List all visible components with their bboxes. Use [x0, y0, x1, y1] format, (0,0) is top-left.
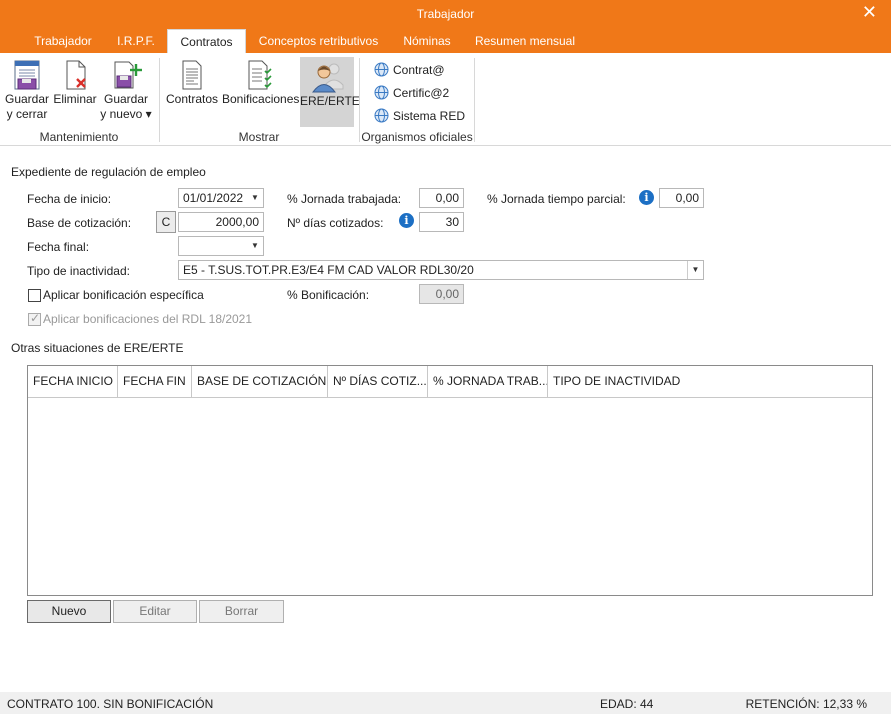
info-icon[interactable]: i [639, 190, 654, 205]
column-header-dias-cotizados[interactable]: Nº DÍAS COTIZ... [328, 366, 428, 397]
save-close-label-2: y cerrar [6, 107, 48, 121]
window-title: Trabajador [416, 7, 475, 21]
delete-label: Eliminar [53, 92, 97, 106]
table-header: FECHA INICIO FECHA FIN BASE DE COTIZACIÓ… [28, 366, 872, 398]
jornada-trabajada-field[interactable]: 0,00 [419, 188, 464, 208]
delete-button[interactable]: Eliminar [52, 58, 98, 107]
dias-cotizados-field[interactable]: 30 [419, 212, 464, 232]
borrar-button[interactable]: Borrar [199, 600, 284, 623]
fecha-final-field[interactable]: ▼ [178, 236, 264, 256]
dropdown-arrow-icon[interactable]: ▼ [247, 237, 263, 255]
column-header-tipo-inactividad[interactable]: TIPO DE INACTIVIDAD [548, 366, 872, 397]
document-icon [182, 60, 202, 90]
calculate-button[interactable]: C [156, 211, 176, 233]
tab-strip: Trabajador I.R.P.F. Contratos Conceptos … [0, 28, 891, 53]
person-icon [312, 63, 344, 93]
tipo-inactividad-value: E5 - T.SUS.TOT.PR.E3/E4 FM CAD VALOR RDL… [183, 263, 474, 277]
status-retencion: RETENCIÓN: 12,33 % [745, 697, 867, 711]
certifica2-link[interactable]: Certific@2 [374, 85, 449, 100]
column-header-fecha-inicio[interactable]: FECHA INICIO [28, 366, 118, 397]
aplicar-bonificacion-label: Aplicar bonificación específica [43, 288, 204, 302]
delete-document-icon [66, 60, 86, 90]
checklist-icon [248, 60, 272, 90]
jornada-trabajada-label: % Jornada trabajada: [287, 192, 402, 206]
aplicar-rdl-label: Aplicar bonificaciones del RDL 18/2021 [43, 312, 253, 326]
sistema-red-label: Sistema RED [393, 108, 466, 123]
column-header-fecha-fin[interactable]: FECHA FIN [118, 366, 192, 397]
globe-icon [374, 62, 389, 77]
save-new-label-1: Guardar [103, 92, 149, 106]
bonificacion-label: % Bonificación: [287, 288, 370, 302]
column-header-jornada[interactable]: % JORNADA TRAB... [428, 366, 548, 397]
dropdown-arrow-icon[interactable]: ▼ [687, 261, 703, 279]
status-contrato: CONTRATO 100. SIN BONIFICACIÓN [7, 697, 214, 711]
base-cotizacion-field[interactable]: 2000,00 [178, 212, 264, 232]
info-icon[interactable]: i [399, 213, 414, 228]
section-title-otras: Otras situaciones de ERE/ERTE [11, 341, 184, 355]
sistema-red-link[interactable]: Sistema RED [374, 108, 465, 123]
certifica2-label: Certific@2 [393, 85, 450, 100]
save-new-button[interactable]: Guardar y nuevo ▾ [100, 58, 152, 122]
tab-contratos[interactable]: Contratos [167, 29, 246, 53]
base-cotizacion-label: Base de cotización: [27, 216, 132, 230]
tab-nominas[interactable]: Nóminas [394, 34, 460, 53]
tab-resumen-mensual[interactable]: Resumen mensual [470, 34, 580, 53]
bonificaciones-label: Bonificaciones [222, 92, 300, 106]
tab-irpf[interactable]: I.R.P.F. [110, 34, 162, 53]
aplicar-rdl-checkbox [28, 311, 41, 326]
contrata-label: Contrat@ [393, 62, 445, 77]
save-close-icon [14, 60, 40, 90]
group-label-organismos: Organismos oficiales [361, 130, 473, 144]
dias-cotizados-label: Nº días cotizados: [287, 216, 384, 230]
close-icon[interactable]: ✕ [862, 2, 877, 23]
group-label-mostrar: Mostrar [238, 130, 280, 144]
fecha-inicio-label: Fecha de inicio: [27, 192, 112, 206]
globe-icon [374, 108, 389, 123]
group-separator [474, 58, 475, 142]
save-new-label-2: y nuevo ▾ [100, 107, 152, 121]
aplicar-bonificacion-checkbox[interactable] [28, 289, 41, 302]
save-close-button[interactable]: Guardar y cerrar [4, 58, 50, 122]
tab-trabajador[interactable]: Trabajador [26, 34, 100, 53]
jornada-parcial-label: % Jornada tiempo parcial: [487, 192, 626, 206]
fecha-final-label: Fecha final: [27, 240, 90, 254]
title-bar: Trabajador ✕ [0, 0, 891, 28]
dropdown-arrow-icon[interactable]: ▼ [247, 189, 263, 207]
contratos-button[interactable]: Contratos [164, 58, 220, 107]
group-label-mantenimiento: Mantenimiento [39, 130, 119, 144]
ere-erte-button[interactable]: ERE/ERTE [300, 57, 360, 127]
section-title-expediente: Expediente de regulación de empleo [11, 165, 206, 179]
status-edad: EDAD: 44 [600, 697, 654, 711]
globe-icon [374, 85, 389, 100]
bonificacion-field: 0,00 [419, 284, 464, 304]
contratos-label: Contratos [165, 92, 219, 106]
save-new-icon [114, 61, 142, 89]
nuevo-button[interactable]: Nuevo [27, 600, 111, 623]
tipo-inactividad-label: Tipo de inactividad: [27, 264, 130, 278]
contrata-link[interactable]: Contrat@ [374, 62, 445, 77]
tab-conceptos-retributivos[interactable]: Conceptos retributivos [252, 34, 385, 53]
fecha-inicio-field[interactable]: 01/01/2022 ▼ [178, 188, 264, 208]
fecha-inicio-value: 01/01/2022 [183, 191, 244, 205]
ere-erte-table[interactable]: FECHA INICIO FECHA FIN BASE DE COTIZACIÓ… [27, 365, 873, 596]
jornada-parcial-field[interactable]: 0,00 [659, 188, 704, 208]
ere-erte-label: ERE/ERTE [300, 94, 360, 108]
status-bar: CONTRATO 100. SIN BONIFICACIÓN EDAD: 44 … [0, 692, 891, 714]
bonificaciones-button[interactable]: Bonificaciones [222, 58, 300, 107]
save-close-label-1: Guardar [4, 92, 50, 106]
tipo-inactividad-select[interactable]: E5 - T.SUS.TOT.PR.E3/E4 FM CAD VALOR RDL… [178, 260, 704, 280]
ribbon: Guardar y cerrar Eliminar Guardar y nuev… [0, 53, 891, 146]
editar-button[interactable]: Editar [113, 600, 197, 623]
column-header-base-cotizacion[interactable]: BASE DE COTIZACIÓN [192, 366, 328, 397]
